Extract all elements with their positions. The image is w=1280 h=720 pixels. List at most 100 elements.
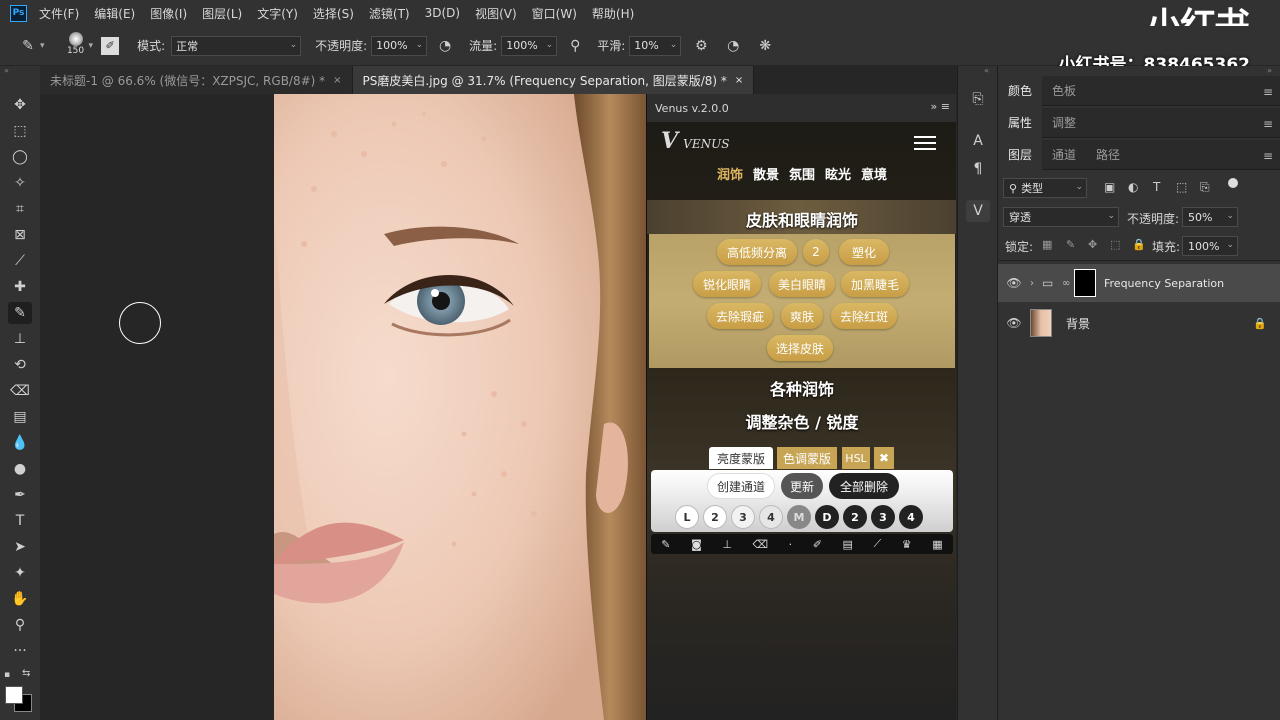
layer-row-frequency-separation[interactable]: 👁 › ▭ ∞ Frequency Separation — [998, 264, 1280, 302]
lock-transparent-icon[interactable]: ▦ — [1042, 238, 1052, 251]
lock-position-icon[interactable]: ✥ — [1088, 238, 1097, 251]
default-colors-icon[interactable]: ▪ — [4, 670, 10, 680]
layer-mask-thumbnail[interactable] — [1074, 269, 1096, 297]
create-channel-button[interactable]: 创建通道 — [707, 473, 775, 499]
menu-3d[interactable]: 3D(D) — [425, 6, 460, 20]
tab-color-mask[interactable]: 色调蒙版 — [777, 447, 837, 469]
tool-preset-chevron-icon[interactable]: ▾ — [40, 41, 45, 51]
history-panel-icon[interactable]: ⎘ — [966, 88, 990, 110]
filter-smart-object-icon[interactable]: ⎘ — [1200, 180, 1210, 195]
pill-darken-lashes[interactable]: 加黑睫毛 — [841, 271, 909, 297]
more-tools-icon[interactable]: ··· — [8, 640, 32, 662]
brush-tool-icon[interactable]: ✎ — [18, 36, 38, 56]
flow-field[interactable]: 100% ⌄ — [501, 35, 558, 56]
eye-icon[interactable]: 👁 — [998, 276, 1030, 290]
pencil-icon[interactable]: ✐ — [813, 538, 822, 551]
blend-mode-select[interactable]: 穿透 ⌄ — [1003, 207, 1119, 227]
tab-channels[interactable]: 通道 — [1042, 140, 1086, 170]
lock-all-icon[interactable]: 🔒 — [1132, 238, 1146, 251]
tab-untitled[interactable]: 未标题-1 @ 66.6% (微信号：XZPSJC, RGB/8#) * × — [40, 66, 353, 94]
eraser-icon[interactable]: ⌫ — [753, 538, 769, 551]
menu-filter[interactable]: 滤镜(T) — [369, 5, 410, 22]
brush-settings-icon[interactable]: ✐ — [101, 36, 120, 55]
crown-icon[interactable]: ♛ — [902, 538, 912, 551]
filter-shape-icon[interactable]: ⬚ — [1176, 180, 1187, 194]
tab-luminosity-mask[interactable]: 亮度蒙版 — [709, 447, 773, 469]
update-button[interactable]: 更新 — [781, 473, 823, 499]
pressure-size-icon[interactable]: ◔ — [723, 36, 743, 56]
layer-row-background[interactable]: 👁 背景 🔒 — [998, 304, 1280, 342]
layer-thumbnail[interactable] — [1030, 309, 1052, 337]
venus-tab-bokeh[interactable]: 散景 — [753, 164, 779, 183]
mask-dark-3[interactable]: 3 — [871, 505, 895, 529]
layer-name[interactable]: Frequency Separation — [1104, 277, 1224, 290]
lock-pixels-icon[interactable]: ✎ — [1066, 238, 1075, 251]
tab-adjustments[interactable]: 调整 — [1042, 108, 1086, 138]
character-panel-icon[interactable]: A — [966, 130, 990, 152]
link-icon[interactable]: ∞ — [1062, 278, 1074, 289]
venus-tab-glare[interactable]: 眩光 — [825, 164, 851, 183]
portrait-photo[interactable] — [274, 94, 646, 720]
tab-color[interactable]: 颜色 — [998, 75, 1043, 106]
section-various-retouch[interactable]: 各种润饰 — [647, 376, 956, 400]
eyedropper-icon[interactable]: ⟋ — [874, 537, 882, 551]
close-icon[interactable]: × — [735, 75, 743, 86]
layer-opacity-field[interactable]: 50% ⌄ — [1182, 207, 1238, 227]
mask-light-2[interactable]: 2 — [703, 505, 727, 529]
filter-type-icon[interactable]: T — [1153, 180, 1160, 194]
gear-icon[interactable]: ⚙ — [691, 36, 711, 56]
brush-tool-icon[interactable]: ✎ — [8, 302, 32, 324]
fill-field[interactable]: 100% ⌄ — [1182, 236, 1238, 256]
filter-adjustment-icon[interactable]: ◐ — [1128, 180, 1138, 194]
symmetry-butterfly-icon[interactable]: ❋ — [755, 36, 775, 56]
stamp-icon[interactable]: ⊥ — [722, 538, 732, 551]
mask-icon[interactable]: ◙ — [691, 538, 702, 551]
lock-artboard-icon[interactable]: ⬚ — [1110, 238, 1120, 251]
chevron-right-icon[interactable]: › — [1030, 278, 1042, 289]
filter-toggle-icon[interactable] — [1228, 178, 1238, 188]
lasso-tool-icon[interactable]: ◯ — [8, 146, 32, 168]
dodge-tool-icon[interactable]: ● — [8, 458, 32, 480]
menu-layer[interactable]: 图层(L) — [202, 5, 242, 22]
crop-tool-icon[interactable]: ⌗ — [8, 198, 32, 220]
frame-tool-icon[interactable]: ⊠ — [8, 224, 32, 246]
gradient-icon[interactable]: ▤ — [843, 538, 853, 551]
layer-name[interactable]: 背景 — [1066, 315, 1090, 332]
menu-type[interactable]: 文字(Y) — [257, 5, 298, 22]
marquee-tool-icon[interactable]: ⬚ — [8, 120, 32, 142]
menu-image[interactable]: 图像(I) — [150, 5, 187, 22]
collapse-arrows-icon[interactable]: » — [4, 66, 9, 75]
mask-dark-1[interactable]: D — [815, 505, 839, 529]
mask-light-1[interactable]: L — [675, 505, 699, 529]
pill-toner[interactable]: 爽肤 — [781, 303, 823, 329]
brush-preset-chevron-icon[interactable]: ▾ — [89, 41, 94, 51]
clone-stamp-tool-icon[interactable]: ⊥ — [8, 328, 32, 350]
panel-menu-icon[interactable]: ≡ — [1263, 85, 1273, 99]
menu-view[interactable]: 视图(V) — [475, 5, 517, 22]
pen-tool-icon[interactable]: ✒ — [8, 484, 32, 506]
venus-panel-icon[interactable]: V — [966, 200, 990, 222]
menu-select[interactable]: 选择(S) — [313, 5, 354, 22]
menu-edit[interactable]: 编辑(E) — [94, 5, 135, 22]
layer-filter-kind[interactable]: ⚲ 类型 ⌄ — [1003, 178, 1087, 198]
dot-icon[interactable]: · — [789, 538, 793, 551]
gradient-tool-icon[interactable]: ▤ — [8, 406, 32, 428]
menu-file[interactable]: 文件(F) — [39, 5, 79, 22]
venus-tab-retouch[interactable]: 润饰 — [717, 164, 743, 183]
path-selection-tool-icon[interactable]: ➤ — [8, 536, 32, 558]
tab-swatches[interactable]: 色板 — [1042, 76, 1086, 106]
airbrush-icon[interactable]: ⚲ — [565, 36, 585, 56]
eye-icon[interactable]: 👁 — [998, 316, 1030, 330]
hand-tool-icon[interactable]: ✋ — [8, 588, 32, 610]
close-icon[interactable]: ✖ — [874, 447, 894, 469]
filter-pixel-icon[interactable]: ▣ — [1104, 180, 1115, 194]
tab-ps-skin[interactable]: PS磨皮美白.jpg @ 31.7% (Frequency Separation… — [352, 66, 755, 94]
tab-hsl-mask[interactable]: HSL — [842, 447, 870, 469]
opacity-field[interactable]: 100% ⌄ — [371, 35, 428, 56]
venus-tab-mood[interactable]: 意境 — [861, 164, 887, 183]
swap-colors-icon[interactable]: ⇆ — [22, 668, 30, 679]
eraser-tool-icon[interactable]: ⌫ — [8, 380, 32, 402]
mode-select[interactable]: 正常 ⌄ — [171, 35, 302, 56]
zoom-tool-icon[interactable]: ⚲ — [8, 614, 32, 636]
grid-icon[interactable]: ▦ — [932, 538, 942, 551]
